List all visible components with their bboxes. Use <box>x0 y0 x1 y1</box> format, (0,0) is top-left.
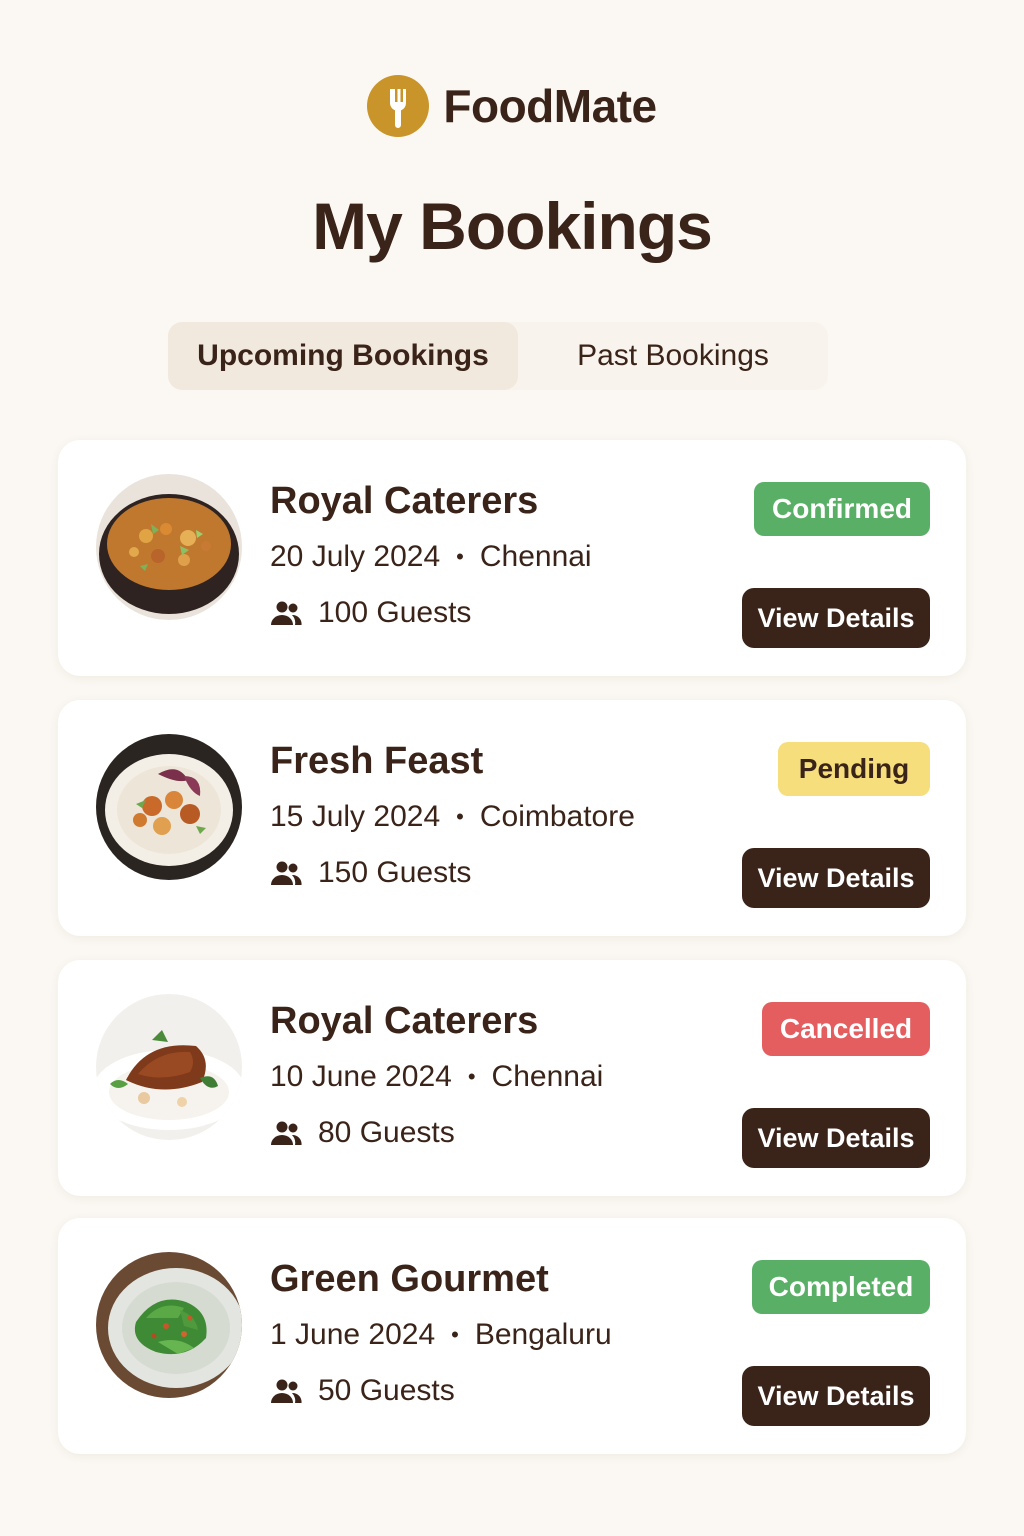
guest-count: 50 Guests <box>270 1374 455 1408</box>
booking-card: Fresh Feast 15 July 2024 • Coimbatore 15… <box>58 700 966 936</box>
booking-card: Royal Caterers 10 June 2024 • Chennai 80… <box>58 960 966 1196</box>
people-icon <box>271 1379 302 1403</box>
guest-count: 100 Guests <box>270 596 471 630</box>
status-badge: Completed <box>752 1260 930 1314</box>
view-details-button[interactable]: View Details <box>742 588 930 648</box>
separator-dot: • <box>467 1064 476 1089</box>
booking-date: 20 July 2024 <box>270 540 441 573</box>
people-icon <box>271 601 302 625</box>
booking-card: Royal Caterers 20 July 2024 • Chennai 10… <box>58 440 966 676</box>
guest-count-label: 80 Guests <box>318 1116 455 1149</box>
booking-meta: 10 June 2024 • Chennai <box>270 1060 603 1094</box>
dish-glazed-chicken-image <box>96 994 242 1140</box>
separator-dot: • <box>456 804 464 829</box>
separator-dot: • <box>456 544 464 569</box>
dish-green-salad-image <box>96 1252 242 1398</box>
page-title: My Bookings <box>312 189 713 263</box>
guest-count-label: 50 Guests <box>318 1374 455 1407</box>
caterer-name: Fresh Feast <box>270 740 484 782</box>
dish-bowl-curry-image <box>96 474 242 620</box>
view-details-button[interactable]: View Details <box>742 848 930 908</box>
status-badge: Pending <box>778 742 930 796</box>
guest-count-label: 150 Guests <box>318 856 472 889</box>
booking-meta: 1 June 2024 • Bengaluru <box>270 1318 612 1352</box>
status-badge: Confirmed <box>754 482 930 536</box>
brand-name: FoodMate <box>443 80 657 132</box>
fork-icon <box>367 75 430 137</box>
booking-date: 15 July 2024 <box>270 800 441 833</box>
booking-meta: 20 July 2024 • Chennai <box>270 540 592 574</box>
status-badge: Cancelled <box>762 1002 930 1056</box>
caterer-name: Royal Caterers <box>270 1000 539 1042</box>
caterer-name: Green Gourmet <box>270 1258 549 1300</box>
booking-city: Coimbatore <box>479 800 635 833</box>
tab-upcoming-bookings[interactable]: Upcoming Bookings <box>168 322 518 390</box>
guest-count: 150 Guests <box>270 856 471 890</box>
booking-date: 1 June 2024 <box>270 1318 436 1351</box>
booking-date: 10 June 2024 <box>270 1060 452 1093</box>
tab-past-bookings[interactable]: Past Bookings <box>518 322 828 390</box>
caterer-name: Royal Caterers <box>270 480 539 522</box>
people-icon <box>271 861 302 885</box>
booking-city: Chennai <box>491 1060 604 1093</box>
separator-dot: • <box>451 1322 459 1347</box>
booking-city: Chennai <box>479 540 592 573</box>
view-details-button[interactable]: View Details <box>742 1366 930 1426</box>
people-icon <box>271 1121 302 1145</box>
dish-plate-stirfry-image <box>96 734 242 880</box>
guest-count-label: 100 Guests <box>318 596 472 629</box>
guest-count: 80 Guests <box>270 1116 455 1150</box>
booking-tabs: Upcoming Bookings Past Bookings <box>168 322 828 390</box>
booking-card: Green Gourmet 1 June 2024 • Bengaluru 50… <box>58 1218 966 1454</box>
booking-city: Bengaluru <box>474 1318 612 1351</box>
view-details-button[interactable]: View Details <box>742 1108 930 1168</box>
app-header: FoodMate <box>0 74 1024 138</box>
booking-meta: 15 July 2024 • Coimbatore <box>270 800 635 834</box>
